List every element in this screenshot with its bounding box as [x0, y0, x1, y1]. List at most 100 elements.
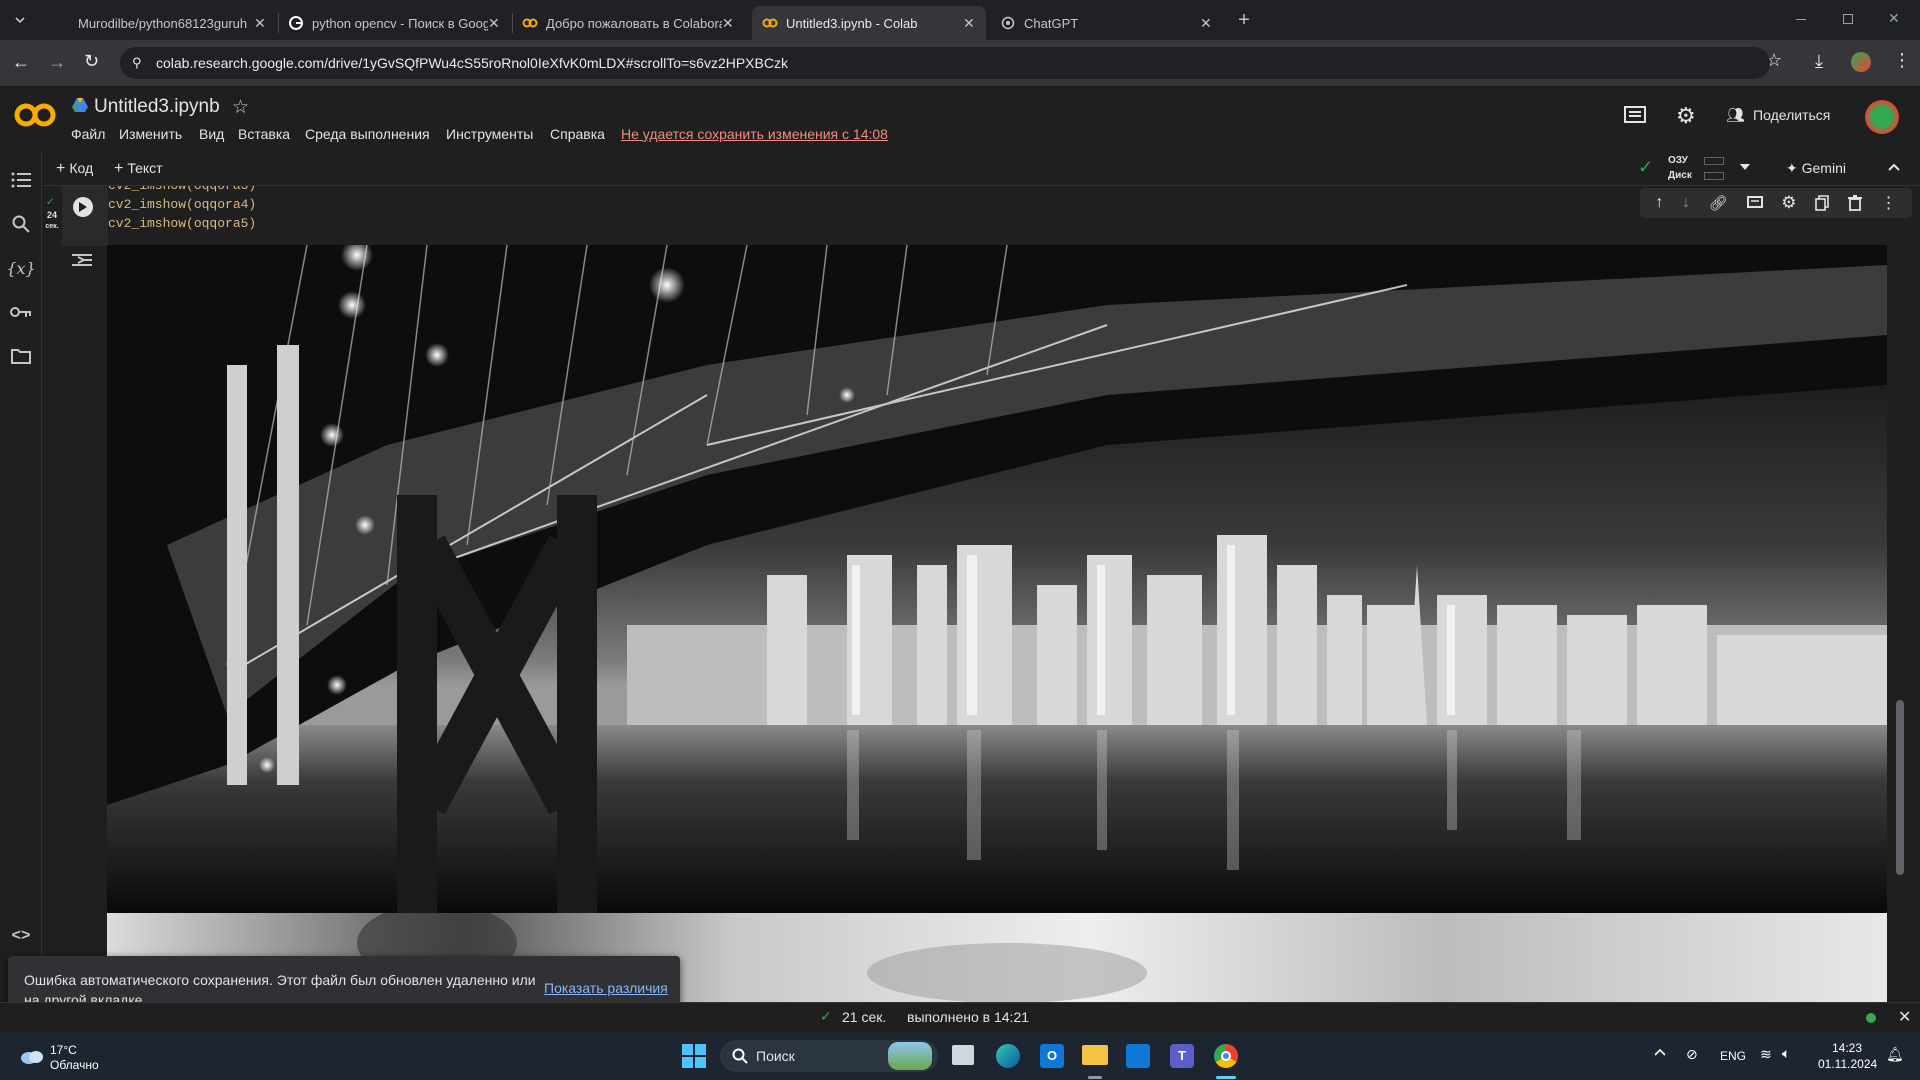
- window-close-icon[interactable]: ✕: [1888, 10, 1900, 27]
- notification-bell-icon[interactable]: 🔔︎: [1886, 1046, 1904, 1063]
- restore-icon[interactable]: [1843, 14, 1853, 24]
- tab-search-button[interactable]: [8, 8, 32, 32]
- move-up-icon[interactable]: ↑: [1655, 194, 1663, 212]
- new-tab-button[interactable]: +: [1232, 9, 1256, 33]
- taskbar-search[interactable]: Поиск: [720, 1040, 938, 1072]
- code-snippets-icon[interactable]: <>: [9, 924, 33, 948]
- notebook-title[interactable]: Untitled3.ipynb: [94, 96, 220, 118]
- code-line[interactable]: cv2_imshow(oqqora5): [108, 216, 256, 231]
- clock-time[interactable]: 14:23: [1832, 1041, 1862, 1055]
- scrollbar-thumb[interactable]: [1896, 700, 1904, 875]
- cell-status-check-icon: ✓: [46, 197, 55, 208]
- left-sidebar: {x} <>: [0, 152, 42, 1002]
- cloud-icon: [20, 1048, 44, 1064]
- connection-status-dot: [1866, 1013, 1876, 1023]
- add-text-button[interactable]: + Текст: [114, 160, 163, 178]
- collapse-header-icon[interactable]: [1888, 163, 1900, 171]
- delete-icon[interactable]: [1847, 195, 1862, 211]
- reload-icon[interactable]: ↻: [84, 51, 99, 72]
- github-icon: [54, 15, 70, 31]
- cell-settings-icon[interactable]: ⚙: [1781, 193, 1796, 213]
- site-info-icon[interactable]: ⚲: [132, 55, 142, 71]
- menu-view[interactable]: Вид: [199, 126, 224, 142]
- clock-date[interactable]: 01.11.2024: [1818, 1057, 1877, 1071]
- close-icon[interactable]: ✕: [1200, 15, 1212, 31]
- plus-icon: +: [56, 160, 66, 177]
- code-line[interactable]: cv2_imshow(oqqora4): [108, 197, 256, 212]
- folder-icon[interactable]: [9, 344, 33, 368]
- browser-tab-active[interactable]: Untitled3.ipynb - Colab ✕: [752, 6, 986, 40]
- address-bar[interactable]: ⚲ colab.research.google.com/drive/1yGvSQ…: [120, 47, 1770, 79]
- browser-tab[interactable]: ChatGPT ✕: [990, 6, 1220, 40]
- wifi-icon[interactable]: ≋: [1760, 1046, 1772, 1063]
- tray-overflow-icon[interactable]: [1654, 1048, 1666, 1056]
- chrome-icon[interactable]: [1214, 1044, 1238, 1068]
- minimize-icon[interactable]: [1796, 19, 1806, 20]
- forward-icon[interactable]: →: [48, 52, 66, 73]
- back-icon[interactable]: ←: [12, 52, 30, 73]
- key-icon[interactable]: [9, 300, 33, 324]
- runtime-dropdown-icon[interactable]: [1740, 164, 1750, 170]
- file-explorer-icon[interactable]: [1082, 1045, 1108, 1065]
- menu-help[interactable]: Справка: [550, 126, 605, 142]
- download-icon[interactable]: ⤓: [1815, 51, 1823, 72]
- mirror-cell-icon[interactable]: [1815, 195, 1829, 211]
- start-button[interactable]: [682, 1044, 706, 1068]
- close-icon[interactable]: ✕: [722, 15, 734, 31]
- browser-tab[interactable]: Murodilbe/python68123guruh ✕: [44, 6, 274, 40]
- comments-icon[interactable]: [1624, 106, 1646, 126]
- tab-title: Добро пожаловать в Colabora: [546, 15, 722, 31]
- add-text-label: Текст: [127, 160, 163, 176]
- comment-icon[interactable]: [1746, 196, 1763, 210]
- volume-icon[interactable]: 🔈︎: [1782, 1045, 1790, 1062]
- close-icon[interactable]: ✕: [254, 15, 266, 31]
- browser-tab[interactable]: python opencv - Поиск в Goog ✕: [278, 6, 508, 40]
- table-of-contents-icon[interactable]: [9, 168, 33, 192]
- close-status-icon[interactable]: ✕: [1898, 1007, 1911, 1027]
- account-avatar[interactable]: [1865, 100, 1899, 134]
- chrome-active-indicator: [1216, 1076, 1236, 1079]
- exec-time-unit: сек.: [45, 223, 59, 230]
- tab-title: ChatGPT: [1024, 15, 1079, 31]
- teams-icon[interactable]: T: [1170, 1044, 1194, 1068]
- menu-edit[interactable]: Изменить: [119, 126, 182, 142]
- run-cell-button[interactable]: [73, 197, 93, 217]
- store-icon[interactable]: [1126, 1044, 1150, 1068]
- browser-menu-icon[interactable]: ⋮: [1893, 50, 1911, 71]
- move-down-icon[interactable]: ↓: [1682, 194, 1690, 212]
- menu-insert[interactable]: Вставка: [238, 126, 290, 142]
- close-icon[interactable]: ✕: [488, 15, 500, 31]
- menu-tools[interactable]: Инструменты: [446, 126, 533, 142]
- edge-icon[interactable]: [996, 1044, 1020, 1068]
- cell-exec-time: 24 сек.: [44, 210, 60, 232]
- output-actions-icon[interactable]: [72, 252, 92, 268]
- settings-gear-icon[interactable]: ⚙: [1676, 103, 1696, 129]
- more-options-icon[interactable]: ⋮: [1881, 193, 1897, 213]
- weather-widget[interactable]: 17°C Облачно: [16, 1042, 126, 1072]
- language-indicator[interactable]: ENG: [1720, 1049, 1746, 1063]
- add-code-button[interactable]: + Код: [56, 160, 93, 178]
- share-button[interactable]: 👥︎ Поделиться: [1726, 106, 1830, 124]
- resources-widget[interactable]: ОЗУ Диск: [1668, 155, 1726, 183]
- task-view-icon[interactable]: [952, 1045, 974, 1065]
- link-icon[interactable]: 🔗︎: [1709, 194, 1728, 212]
- save-error-message[interactable]: Не удается сохранить изменения с 14:08: [621, 126, 888, 142]
- profile-avatar[interactable]: [1851, 52, 1871, 72]
- menu-file[interactable]: Файл: [71, 126, 105, 142]
- notebook-scrollbar[interactable]: [1895, 245, 1905, 1002]
- search-highlight-image: [888, 1042, 932, 1070]
- gemini-button[interactable]: ✦ Gemini: [1786, 160, 1846, 177]
- outlook-icon[interactable]: O: [1040, 1044, 1064, 1068]
- show-diff-link[interactable]: Показать различия: [544, 980, 668, 996]
- colab-logo[interactable]: [14, 102, 56, 128]
- network-off-icon[interactable]: ⊘: [1686, 1046, 1698, 1063]
- search-icon[interactable]: [9, 212, 33, 236]
- browser-tab[interactable]: Добро пожаловать в Colabora ✕: [512, 6, 742, 40]
- menu-runtime[interactable]: Среда выполнения: [305, 126, 430, 142]
- status-bar: ✓ 21 сек. выполнено в 14:21 ✕: [0, 1002, 1920, 1032]
- ram-label: ОЗУ: [1668, 155, 1688, 166]
- chevron-down-icon: [15, 17, 25, 24]
- star-icon[interactable]: ☆: [232, 96, 249, 119]
- close-icon[interactable]: ✕: [962, 15, 976, 31]
- variables-icon[interactable]: {x}: [6, 256, 35, 280]
